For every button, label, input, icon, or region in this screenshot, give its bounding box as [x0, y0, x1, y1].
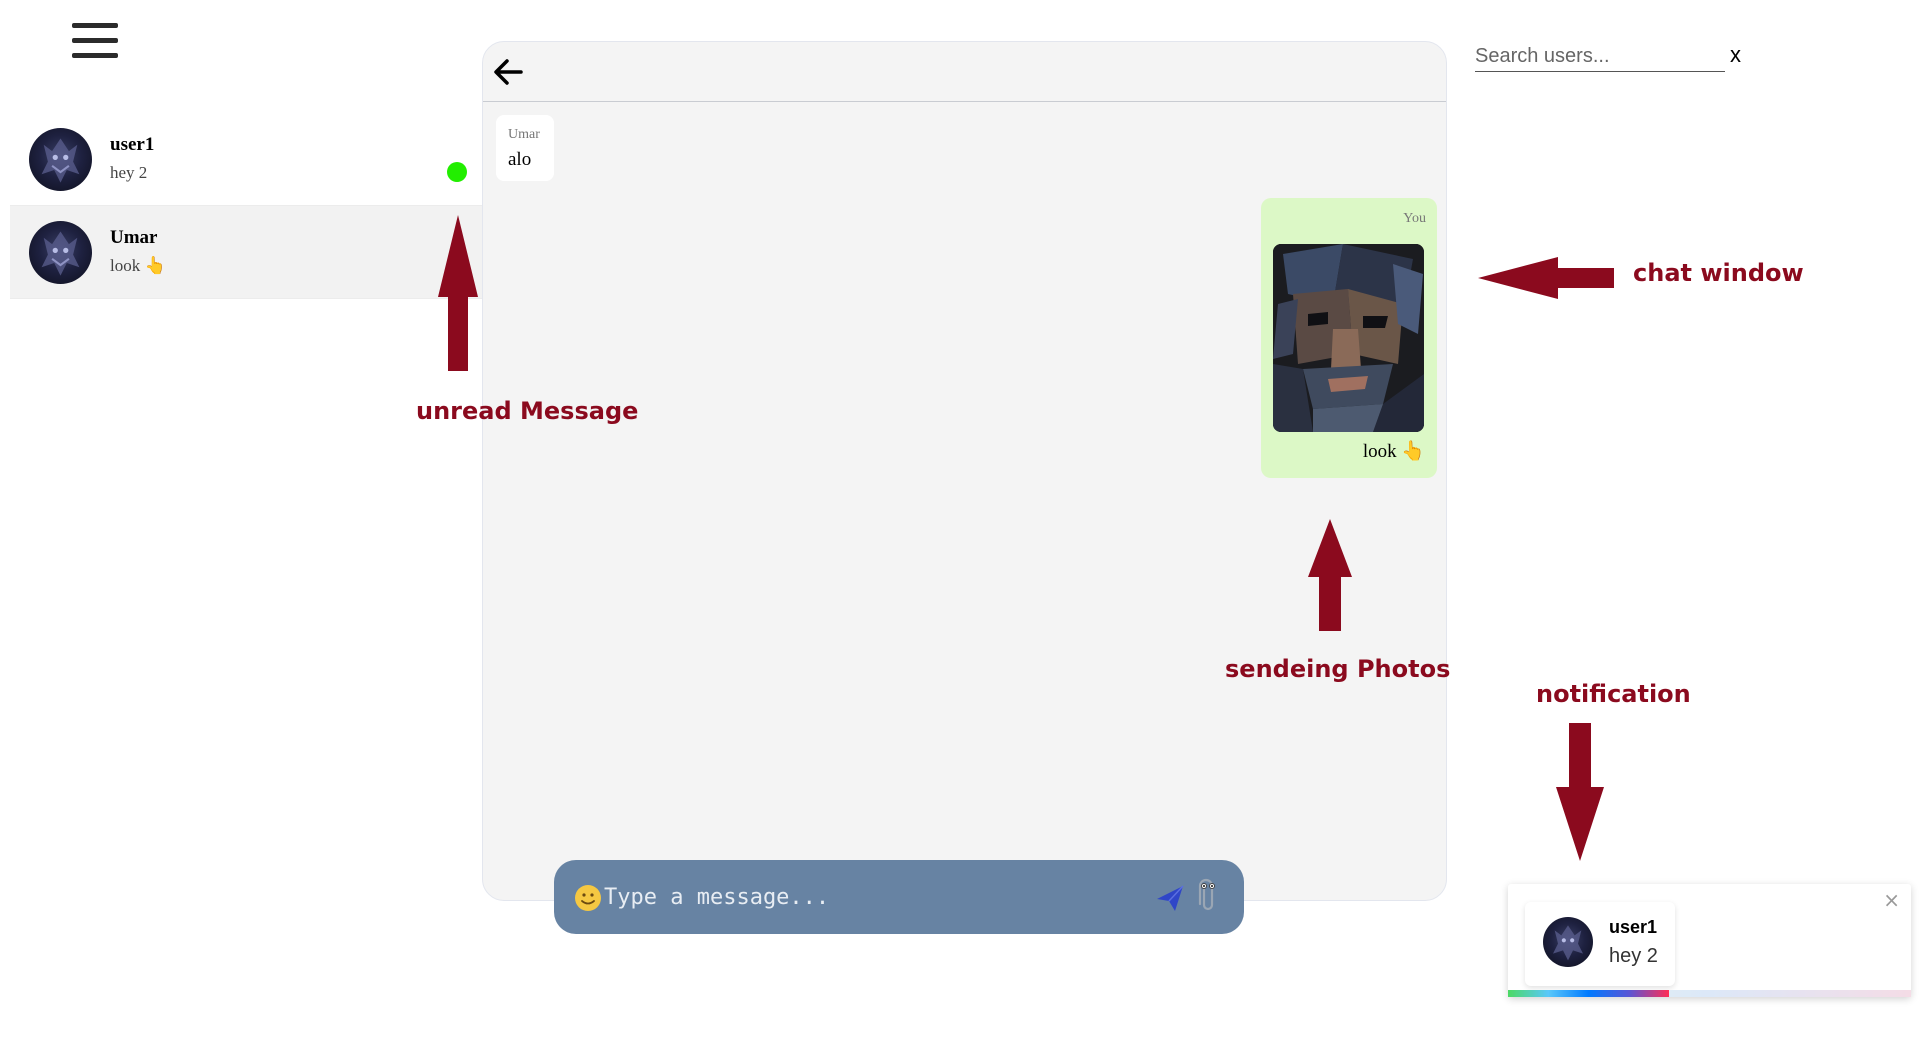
- message-input[interactable]: [604, 874, 1144, 920]
- avatar-image: [1553, 925, 1583, 961]
- message-input-bar: [554, 860, 1244, 934]
- annotation-arrow-up-icon: [438, 215, 478, 371]
- menu-bar: [72, 53, 118, 58]
- annotation-arrow-up-icon: [1308, 519, 1352, 631]
- contact-list: user1 hey 2 Umar look 👆: [10, 113, 483, 299]
- close-icon[interactable]: ×: [1883, 888, 1900, 912]
- menu-bar: [72, 38, 118, 43]
- message-text: alo: [508, 149, 532, 170]
- avatar-image: [41, 138, 80, 183]
- menu-bar: [72, 23, 118, 28]
- message-sender: You: [1403, 211, 1426, 226]
- annotation-unread-label: unread Message: [416, 397, 639, 425]
- notification-progress-bar: [1508, 990, 1670, 997]
- annotation-chat-window-label: chat window: [1633, 259, 1804, 287]
- avatar: [29, 128, 92, 191]
- contact-name: user1: [110, 134, 155, 155]
- contact-item-user1[interactable]: user1 hey 2: [10, 113, 483, 206]
- search-input[interactable]: [1475, 42, 1725, 72]
- paperclip-icon[interactable]: [1195, 878, 1221, 914]
- outgoing-message: You look 👆: [1261, 198, 1437, 478]
- annotation-arrow-down-icon: [1556, 723, 1604, 861]
- incoming-message: Umar alo: [496, 115, 554, 181]
- message-sender: Umar: [508, 127, 540, 142]
- contact-preview: look 👆: [110, 256, 166, 275]
- message-text: look 👆: [1362, 441, 1425, 462]
- notification-card: user1 hey 2: [1525, 902, 1675, 986]
- contact-item-umar[interactable]: Umar look 👆: [10, 206, 483, 299]
- annotation-notification-label: notification: [1536, 680, 1691, 708]
- annotation-photos-label: sendeing Photos: [1225, 655, 1451, 683]
- contact-name: Umar: [110, 227, 158, 248]
- hamburger-menu-icon[interactable]: [72, 23, 118, 59]
- annotation-arrow-left-icon: [1478, 257, 1614, 299]
- avatar: [29, 221, 92, 284]
- avatar: [1543, 917, 1593, 967]
- unread-indicator: [447, 162, 467, 182]
- chat-header: [483, 42, 1446, 102]
- search-clear-button[interactable]: x: [1730, 42, 1741, 68]
- photo-image: [1273, 244, 1424, 432]
- avatar-image: [41, 231, 80, 276]
- chat-window: Umar alo You look 👆: [482, 41, 1447, 901]
- notification-sender: user1: [1609, 917, 1658, 937]
- message-photo[interactable]: [1273, 244, 1424, 432]
- emoji-icon[interactable]: [574, 884, 602, 912]
- back-arrow-icon[interactable]: [493, 58, 523, 86]
- send-icon[interactable]: [1155, 883, 1185, 913]
- notification-message: hey 2: [1609, 945, 1658, 967]
- contact-preview: hey 2: [110, 163, 148, 182]
- notification-toast[interactable]: user1 hey 2 ×: [1508, 884, 1911, 997]
